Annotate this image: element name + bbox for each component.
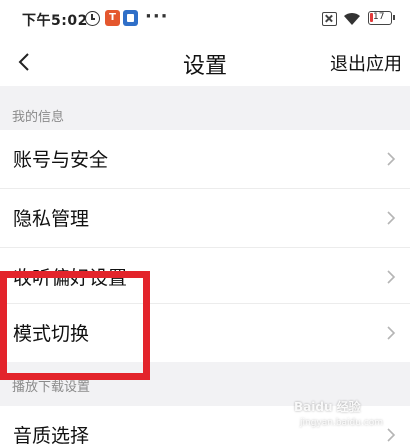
alarm-icon — [85, 11, 100, 26]
section-label: 我的信息 — [12, 110, 65, 125]
status-time: 下午5:02 — [22, 13, 88, 29]
more-icon: ··· — [145, 6, 169, 27]
settings-item-label: 隐私管理 — [13, 208, 90, 230]
settings-item-label: 账号与安全 — [13, 149, 109, 171]
chevron-right-icon — [387, 270, 396, 284]
sim-icon — [322, 12, 337, 26]
settings-item-account-security[interactable]: 账号与安全 — [0, 130, 410, 188]
baidu-watermark-url: jingyan.baidu.com — [300, 418, 384, 428]
chevron-right-icon — [387, 326, 396, 340]
chevron-right-icon — [387, 211, 396, 225]
settings-item-privacy[interactable]: 隐私管理 — [0, 189, 410, 247]
app-icon: T — [105, 10, 120, 26]
wifi-icon — [344, 12, 360, 25]
chevron-right-icon — [387, 152, 396, 166]
section-header-my-info: 我的信息 — [0, 86, 410, 130]
top-navigation: 设置 退出应用 — [0, 40, 410, 86]
exit-app-button[interactable]: 退出应用 — [330, 50, 402, 76]
battery-icon: 17 — [368, 11, 395, 25]
settings-item-label: 音质选择 — [13, 425, 90, 446]
annotation-highlight-box — [0, 271, 150, 380]
status-bar: 下午5:02 T ··· 17 — [0, 0, 410, 40]
app-icon — [123, 10, 138, 26]
chevron-right-icon — [387, 428, 396, 442]
baidu-watermark: Baidu 经验 — [294, 400, 361, 414]
battery-tip — [393, 15, 395, 20]
battery-percent: 17 — [373, 12, 385, 22]
